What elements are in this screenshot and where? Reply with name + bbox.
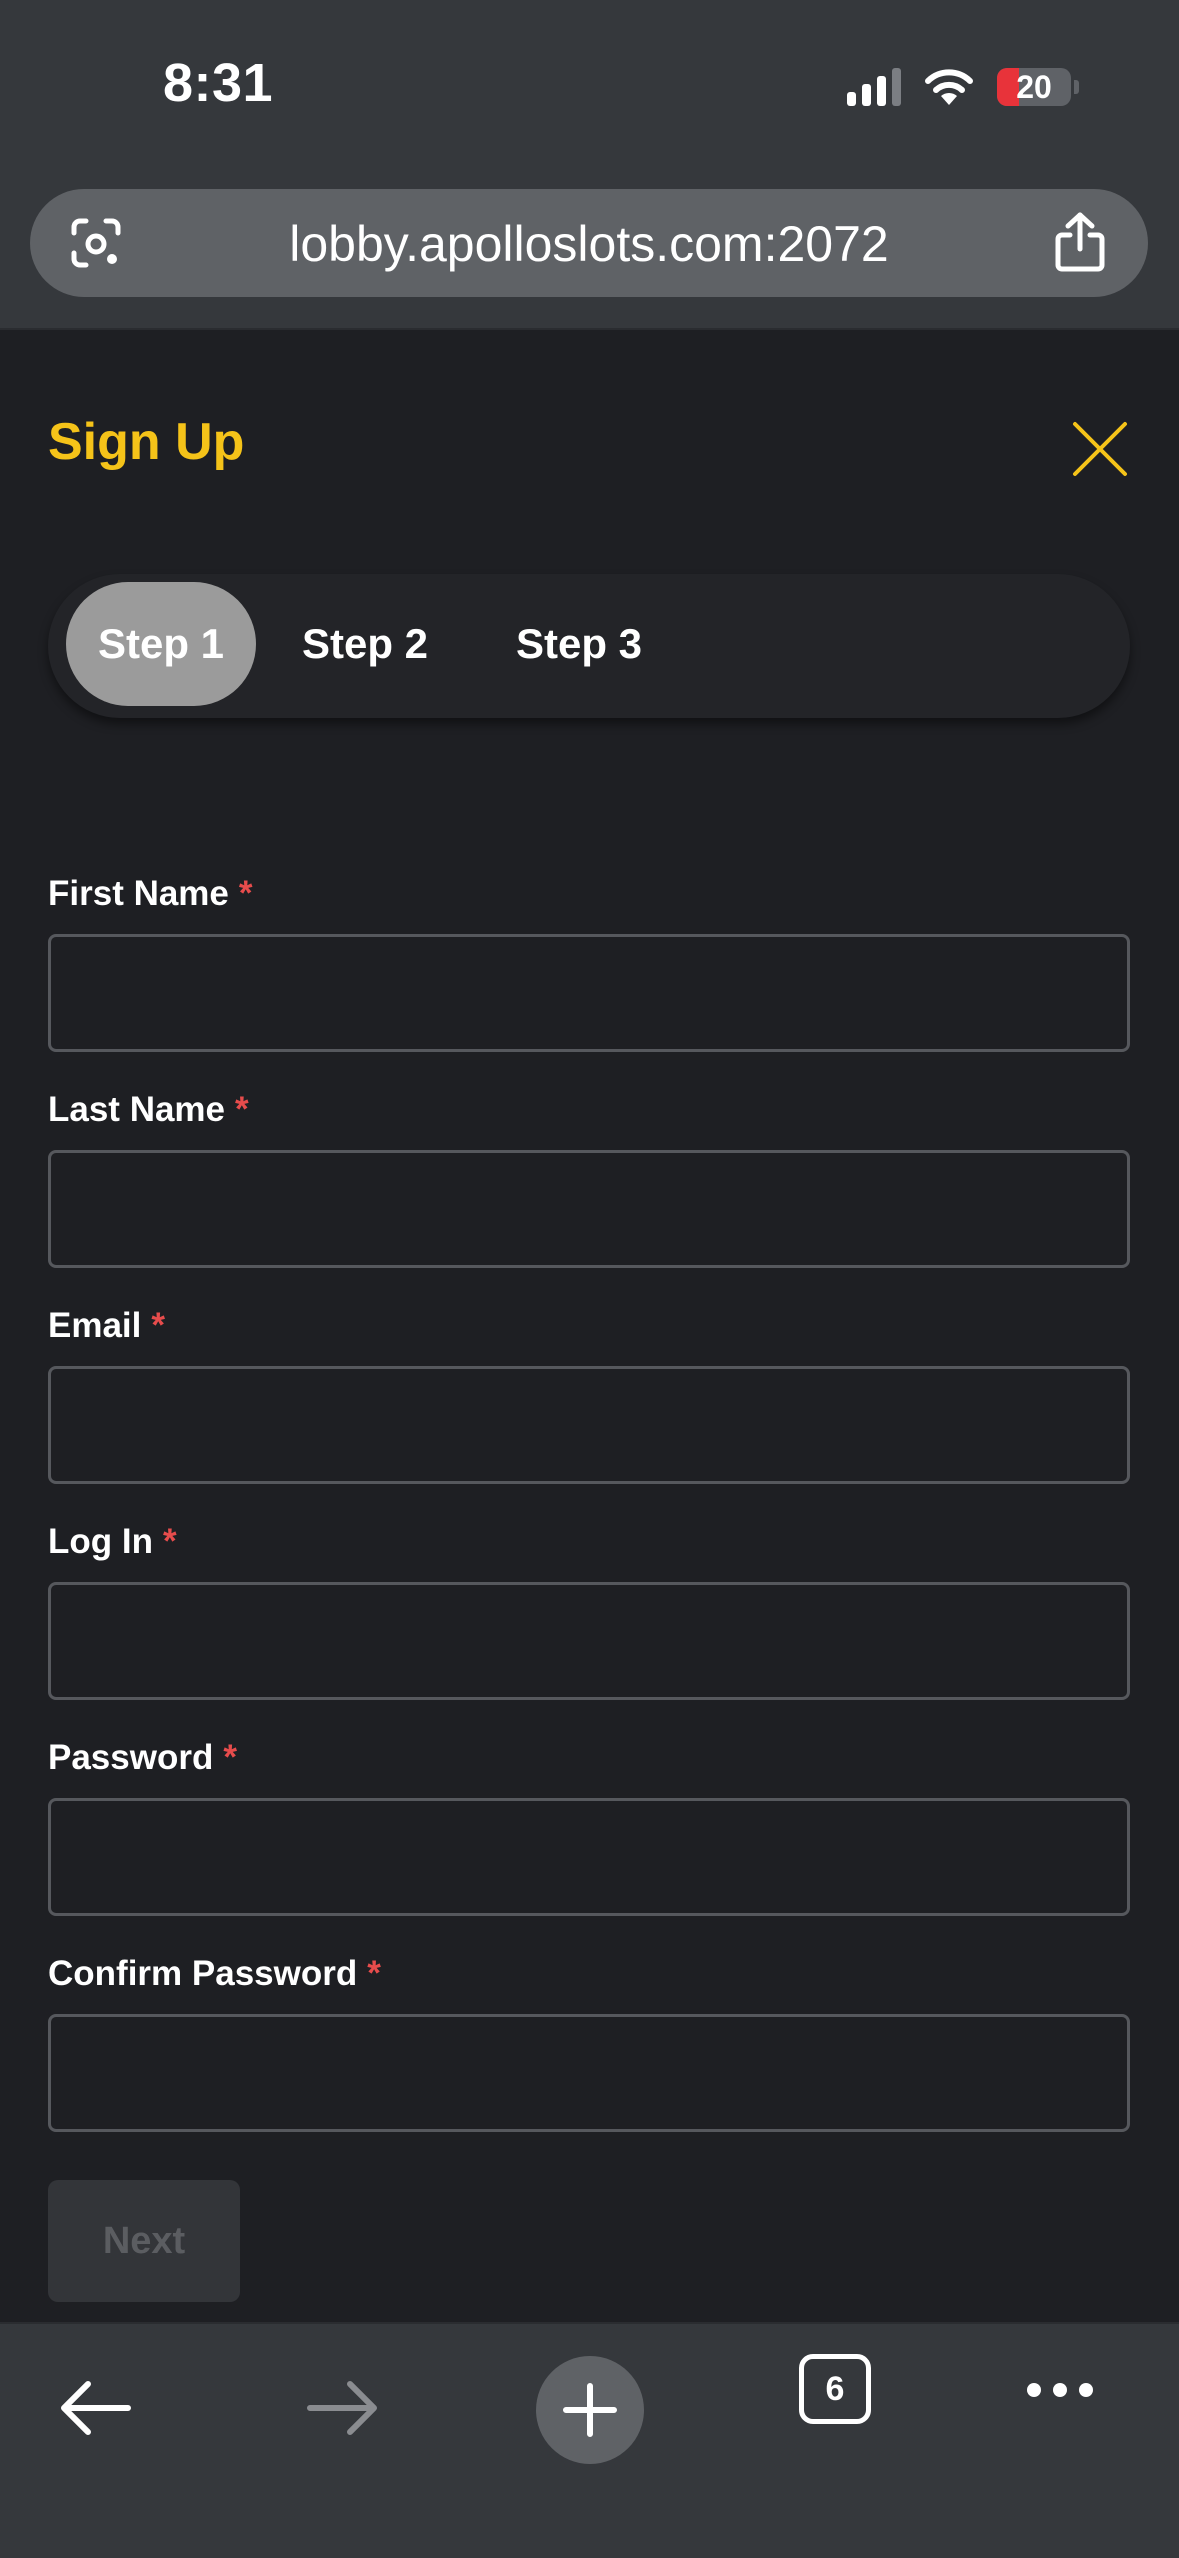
share-icon[interactable] (1052, 211, 1108, 273)
page-title: Sign Up (48, 413, 245, 471)
first-name-label-text: First Name (48, 874, 229, 913)
close-icon[interactable] (1071, 420, 1129, 478)
arrow-left-icon[interactable] (58, 2378, 132, 2438)
next-button[interactable]: Next (48, 2180, 240, 2302)
login-input[interactable] (48, 1582, 1130, 1700)
email-label: Email * (48, 1306, 165, 1346)
tab-step-3[interactable]: Step 3 (494, 582, 664, 706)
password-input[interactable] (48, 1798, 1130, 1916)
wifi-icon (925, 69, 973, 105)
first-name-label: First Name * (48, 874, 253, 914)
tab-step-1[interactable]: Step 1 (66, 582, 256, 706)
battery-level: 20 (1016, 68, 1052, 105)
first-name-input[interactable] (48, 934, 1130, 1052)
confirm-password-input[interactable] (48, 2014, 1130, 2132)
email-label-text: Email (48, 1306, 142, 1345)
required-marker: * (223, 1738, 237, 1777)
tabs-count-button[interactable]: 6 (799, 2354, 871, 2424)
cellular-signal-icon (847, 68, 901, 106)
last-name-label-text: Last Name (48, 1090, 226, 1129)
confirm-password-label-text: Confirm Password (48, 1954, 358, 1993)
status-icons: 20 (847, 62, 1079, 112)
required-marker: * (367, 1954, 381, 1993)
address-bar[interactable]: lobby.apolloslots.com:2072 (30, 189, 1148, 297)
confirm-password-label: Confirm Password * (48, 1954, 381, 1994)
required-marker: * (162, 1522, 177, 1561)
login-label-text: Log In (48, 1522, 153, 1561)
required-marker: * (235, 1090, 249, 1129)
password-label: Password * (48, 1738, 237, 1778)
last-name-input[interactable] (48, 1150, 1130, 1268)
browser-bottom-toolbar (0, 2322, 1179, 2558)
last-name-label: Last Name * (48, 1090, 249, 1130)
required-marker: * (151, 1306, 166, 1345)
email-input[interactable] (48, 1366, 1130, 1484)
plus-icon (563, 2383, 617, 2437)
more-horizontal-icon[interactable] (1024, 2380, 1096, 2400)
browser-top-chrome: 8:31 20 lobby.apolloslots.com:2072 (0, 0, 1179, 330)
login-label: Log In * (48, 1522, 177, 1562)
battery-icon: 20 (997, 68, 1071, 106)
step-tabs: Step 1 Step 2 Step 3 (48, 574, 1130, 718)
tab-step-2[interactable]: Step 2 (280, 582, 450, 706)
url-text[interactable]: lobby.apolloslots.com:2072 (30, 215, 1148, 273)
status-time: 8:31 (163, 53, 274, 113)
arrow-right-icon[interactable] (306, 2378, 380, 2438)
password-label-text: Password (48, 1738, 214, 1777)
new-tab-button[interactable] (536, 2356, 644, 2464)
required-marker: * (238, 874, 253, 913)
